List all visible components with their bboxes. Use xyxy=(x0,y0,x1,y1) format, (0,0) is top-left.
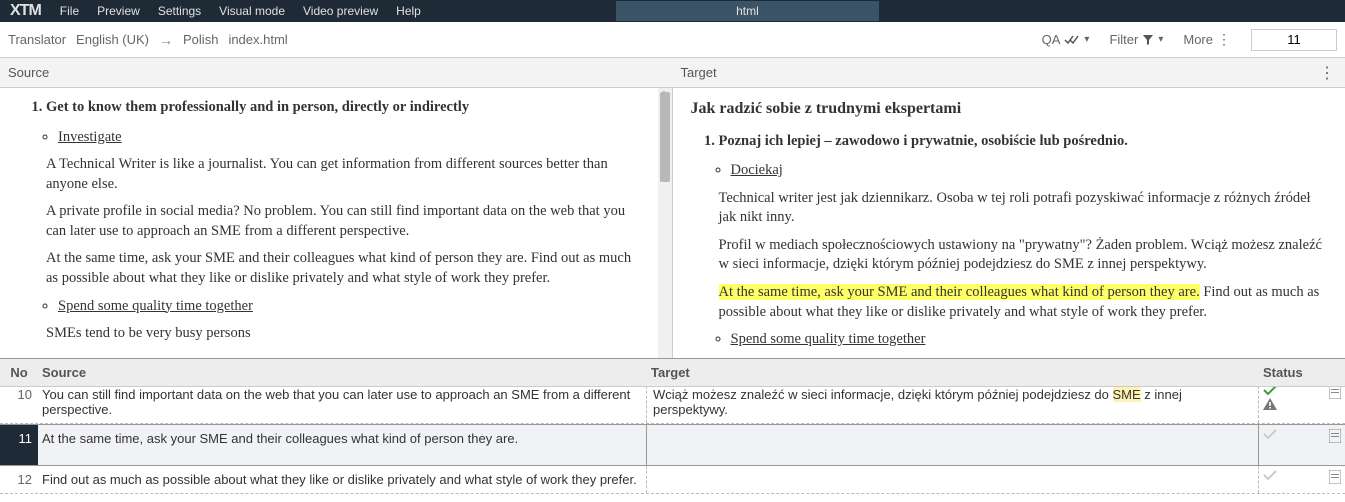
funnel-icon xyxy=(1142,34,1154,46)
col-no-label: No xyxy=(0,365,38,380)
source-preview-pane: Get to know them professionally and in p… xyxy=(0,88,673,358)
chevron-down-icon: ▾ xyxy=(1084,34,1089,45)
check-disabled-icon[interactable] xyxy=(1263,470,1277,481)
target-column-label: Target xyxy=(681,65,717,80)
segment-row[interactable]: 10 You can still find important data on … xyxy=(0,387,1345,424)
segment-status-cell xyxy=(1259,387,1345,423)
source-paragraph: A private profile in social media? No pr… xyxy=(46,202,644,241)
source-subheading: Spend some quality time together xyxy=(58,297,644,317)
menu-settings[interactable]: Settings xyxy=(149,4,210,18)
qa-label: QA xyxy=(1042,32,1061,47)
target-subheading: Spend some quality time together xyxy=(731,330,1328,350)
source-paragraph: SMEs tend to be very busy persons xyxy=(46,324,644,344)
menu-video-preview[interactable]: Video preview xyxy=(294,4,387,18)
segment-number: 11 xyxy=(0,425,38,465)
segment-status-cell xyxy=(1259,425,1345,465)
source-language[interactable]: English (UK) xyxy=(76,32,149,47)
role-label: Translator xyxy=(8,32,66,47)
highlighted-segment: At the same time, ask your SME and their… xyxy=(719,284,1200,300)
menu-items: File Preview Settings Visual mode Video … xyxy=(51,4,430,18)
segment-source-cell[interactable]: You can still find important data on the… xyxy=(38,387,647,423)
chevron-down-icon: ▾ xyxy=(1158,34,1163,45)
source-heading: Get to know them professionally and in p… xyxy=(46,98,644,118)
target-heading: Poznaj ich lepiej – zawodowo i prywatnie… xyxy=(719,132,1328,152)
segment-target-cell[interactable] xyxy=(647,466,1259,493)
menu-help[interactable]: Help xyxy=(387,4,430,18)
target-language[interactable]: Polish xyxy=(183,32,218,47)
filter-dropdown[interactable]: Filter ▾ xyxy=(1109,32,1163,47)
more-label: More xyxy=(1183,32,1213,47)
column-options-icon[interactable]: ⋮ xyxy=(1319,63,1345,83)
col-status-label: Status xyxy=(1259,365,1345,380)
target-title: Jak radzić sobie z trudnymi ekspertami xyxy=(691,98,1328,120)
segment-row[interactable]: 12 Find out as much as possible about wh… xyxy=(0,466,1345,494)
vertical-dots-icon: ⋮ xyxy=(1217,31,1231,48)
target-text: Wciąż możesz znaleźć w sieci informacje,… xyxy=(653,387,1113,402)
segment-target-cell[interactable] xyxy=(647,425,1259,465)
check-disabled-icon[interactable] xyxy=(1263,429,1277,440)
source-column-label: Source xyxy=(0,65,673,80)
arrow-right-icon: → xyxy=(159,32,173,48)
segment-source-cell[interactable]: Find out as much as possible about what … xyxy=(38,466,647,493)
qa-dropdown[interactable]: QA ▾ xyxy=(1042,32,1090,47)
menu-visual-mode[interactable]: Visual mode xyxy=(210,4,294,18)
preview-column-header: Source Target ⋮ xyxy=(0,58,1345,88)
segment-grid: 10 You can still find important data on … xyxy=(0,387,1345,502)
col-target-label: Target xyxy=(647,365,1259,380)
target-paragraph: Technical writer jest jak dziennikarz. O… xyxy=(719,189,1328,228)
segment-number: 10 xyxy=(0,387,38,423)
col-source-label: Source xyxy=(38,365,647,380)
status-box-icon[interactable] xyxy=(1329,387,1341,399)
file-name: index.html xyxy=(228,32,287,47)
top-menu-bar: XTM File Preview Settings Visual mode Vi… xyxy=(0,0,1345,22)
status-box-icon[interactable] xyxy=(1329,470,1341,484)
segment-status-cell xyxy=(1259,466,1345,493)
filter-label: Filter xyxy=(1109,32,1138,47)
menu-file[interactable]: File xyxy=(51,4,88,18)
segment-target-cell[interactable]: Wciąż możesz znaleźć w sieci informacje,… xyxy=(647,387,1259,423)
term-highlight: SME xyxy=(1113,387,1141,402)
scroll-thumb[interactable] xyxy=(660,92,670,182)
target-paragraph: At the same time, ask your SME and their… xyxy=(719,283,1328,322)
more-dropdown[interactable]: More ⋮ xyxy=(1183,31,1231,48)
segment-source-cell[interactable]: At the same time, ask your SME and their… xyxy=(38,425,647,465)
segment-number: 12 xyxy=(0,466,38,493)
source-paragraph: A Technical Writer is like a journalist.… xyxy=(46,155,644,194)
source-scrollbar[interactable]: ▲ xyxy=(658,88,672,358)
app-logo: XTM xyxy=(0,2,51,20)
source-subheading: Investigate xyxy=(58,128,644,148)
target-preview-pane: Jak radzić sobie z trudnymi ekspertami P… xyxy=(673,88,1345,358)
preview-area: Get to know them professionally and in p… xyxy=(0,88,1345,359)
menu-preview[interactable]: Preview xyxy=(88,4,149,18)
warning-icon[interactable] xyxy=(1263,398,1277,411)
check-icon[interactable] xyxy=(1263,387,1277,396)
segment-number-input[interactable] xyxy=(1251,29,1337,51)
target-subheading: Dociekaj xyxy=(731,161,1328,181)
status-box-icon[interactable] xyxy=(1329,429,1341,443)
target-paragraph: Profil w mediach społecznościowych ustaw… xyxy=(719,236,1328,275)
segment-grid-header: No Source Target Status xyxy=(0,359,1345,387)
segment-row-active[interactable]: 11 At the same time, ask your SME and th… xyxy=(0,424,1345,466)
check-all-icon xyxy=(1064,34,1080,46)
document-tab[interactable]: html xyxy=(616,1,879,21)
sub-header: Translator English (UK) → Polish index.h… xyxy=(0,22,1345,58)
source-paragraph: At the same time, ask your SME and their… xyxy=(46,249,644,288)
